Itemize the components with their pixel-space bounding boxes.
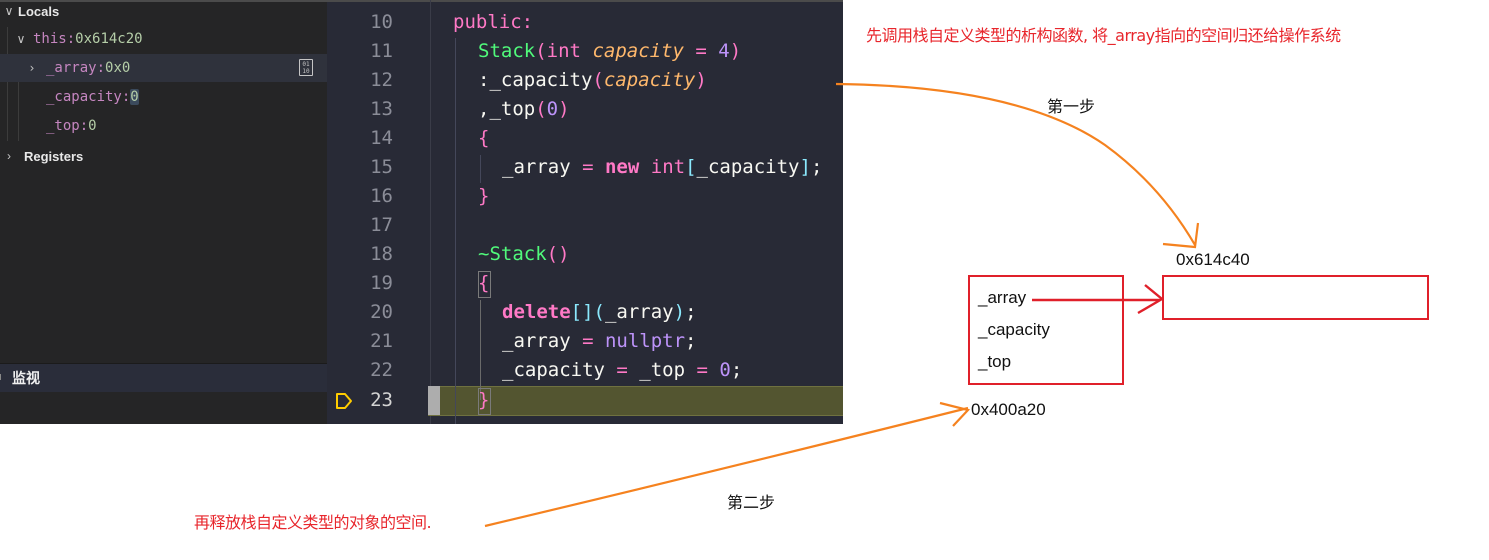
arrow-head-icon — [1137, 284, 1165, 315]
line-number: 16 — [370, 185, 393, 207]
code-line-22[interactable]: 22 _capacity = _top = 0; — [327, 356, 843, 385]
line-number: 21 — [370, 330, 393, 352]
line-number: 11 — [370, 40, 393, 62]
registers-label: Registers — [24, 148, 84, 164]
watch-section-header[interactable]: 监视 — [0, 363, 327, 392]
step1-arrow — [835, 82, 1196, 246]
code-editor[interactable]: 10 public: 11 Stack(int capacity = 4) 12… — [327, 0, 843, 424]
step1-note: 先调用栈自定义类型的析构函数, 将_array指向的空间归还给操作系统 — [866, 26, 1341, 45]
code-line-17[interactable]: 17 — [327, 211, 843, 240]
code-line-16[interactable]: 16 } — [327, 182, 843, 211]
locals-section-header[interactable]: ∨ Locals — [0, 1, 60, 21]
variable-value: 0 — [88, 118, 97, 134]
variable-name: _top — [46, 118, 80, 134]
line-number: 22 — [370, 359, 393, 381]
variable-row-this[interactable]: ∨ this: 0x614c20 — [0, 25, 327, 53]
code-line-23[interactable]: 23 } — [327, 386, 843, 415]
object-field: _array — [978, 288, 1027, 307]
step2-label: 第二步 — [727, 493, 776, 512]
arrow-head-icon — [939, 401, 971, 427]
line-number: 14 — [370, 127, 393, 149]
code-line-15[interactable]: 15 _array = new int[_capacity]; — [327, 153, 843, 182]
variable-name: this — [33, 31, 67, 47]
variable-value: 0x614c20 — [75, 31, 143, 47]
line-number: 12 — [370, 69, 393, 91]
editor-top-border — [327, 0, 843, 2]
step2-arrow — [484, 406, 969, 528]
registers-section-header[interactable]: › Registers — [0, 146, 83, 166]
code-line-21[interactable]: 21 _array = nullptr; — [327, 327, 843, 356]
code-line-19[interactable]: 19 { — [327, 269, 843, 298]
binary-data-icon[interactable]: 01 10 — [299, 59, 313, 76]
object-field: _capacity — [978, 320, 1050, 339]
code-line-18[interactable]: 18 ~Stack() — [327, 240, 843, 269]
code-line-11[interactable]: 11 Stack(int capacity = 4) — [327, 37, 843, 66]
heap-memory-box — [1162, 275, 1429, 320]
code-line-13[interactable]: 13 ,_top(0) — [327, 95, 843, 124]
line-number: 17 — [370, 214, 393, 236]
object-memory-box — [968, 275, 1124, 385]
variable-value: 0x0 — [105, 60, 131, 76]
chevron-down-icon[interactable]: ∨ — [13, 32, 29, 46]
line-number: 10 — [370, 11, 393, 33]
object-address-label: 0x400a20 — [971, 400, 1046, 419]
line-number: 23 — [370, 389, 393, 411]
line-number: 19 — [370, 272, 393, 294]
debug-variables-panel: ∨ Locals ∨ this: 0x614c20 › _array: 0x0 … — [0, 0, 327, 424]
variable-row-capacity[interactable]: _capacity: 0 — [0, 83, 327, 111]
variable-row-array[interactable]: › _array: 0x0 01 10 — [0, 54, 327, 82]
chevron-right-icon[interactable]: › — [0, 149, 18, 163]
variable-row-top[interactable]: _top: 0 — [0, 112, 327, 140]
step2-note: 再释放栈自定义类型的对象的空间. — [194, 513, 432, 532]
variable-name: _array — [46, 60, 97, 76]
heap-address-label: 0x614c40 — [1176, 250, 1250, 269]
locals-label: Locals — [18, 3, 60, 19]
bracket-match-box — [478, 388, 491, 415]
step1-label: 第一步 — [1047, 97, 1096, 116]
object-field: _top — [978, 352, 1012, 371]
chevron-down-icon[interactable]: ∨ — [0, 4, 18, 18]
code-line-10[interactable]: 10 public: — [327, 8, 843, 37]
variable-value: 0 — [130, 89, 139, 105]
code-line-12[interactable]: 12 :_capacity(capacity) — [327, 66, 843, 95]
arrow-head-icon — [1162, 222, 1200, 249]
watch-label: 监视 — [12, 371, 40, 387]
line-number: 15 — [370, 156, 393, 178]
variable-name: _capacity — [46, 89, 122, 105]
line-number: 18 — [370, 243, 393, 265]
line-number: 13 — [370, 98, 393, 120]
chevron-down-icon[interactable] — [0, 374, 4, 380]
bracket-match-box — [478, 271, 491, 298]
code-line-20[interactable]: 20 delete[](_array); — [327, 298, 843, 327]
code-line-14[interactable]: 14 { — [327, 124, 843, 153]
chevron-right-icon[interactable]: › — [24, 61, 40, 75]
line-number: 20 — [370, 301, 393, 323]
